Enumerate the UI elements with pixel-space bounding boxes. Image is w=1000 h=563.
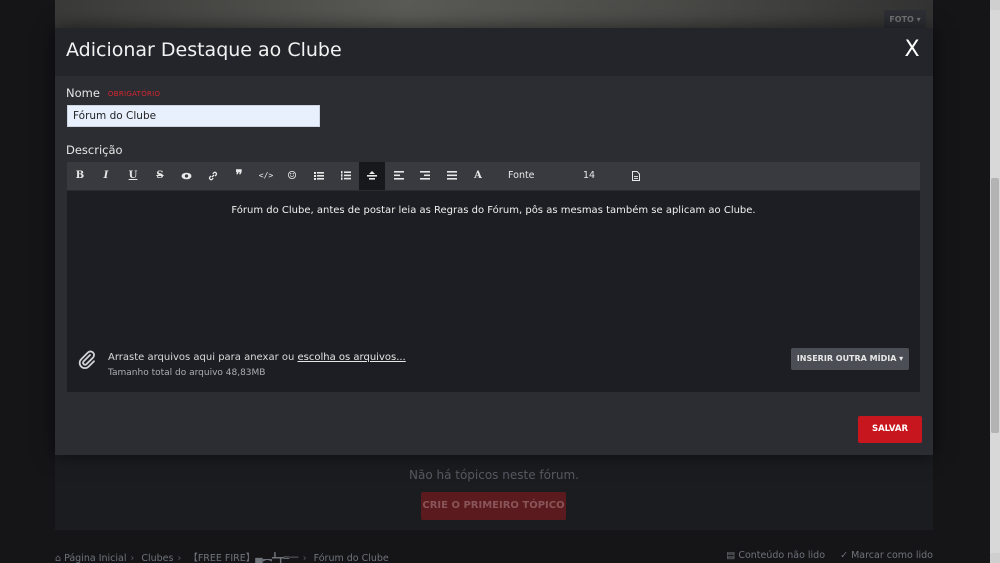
check-icon: ✓	[840, 550, 849, 561]
code-icon[interactable]: </>	[253, 162, 279, 190]
font-family-select[interactable]: Fonte	[500, 162, 566, 190]
editor-toolbar: B I U S ❞ </> ☺ A Fonte 14	[67, 162, 920, 191]
font-size-select[interactable]: 14	[569, 162, 621, 190]
modal-header: Adicionar Destaque ao Clube X	[55, 28, 933, 76]
breadcrumb-forum[interactable]: Fórum do Clube	[314, 553, 389, 563]
attach-instructions: Arraste arquivos aqui para anexar ou esc…	[108, 352, 406, 363]
choose-files-link[interactable]: escolha os arquivos...	[298, 352, 406, 363]
close-icon[interactable]: X	[901, 37, 923, 63]
unread-icon: ▤	[726, 550, 736, 561]
scroll-thumb[interactable]	[991, 178, 999, 433]
empty-forum-message: Não há tópicos neste fórum.	[408, 468, 579, 482]
scroll-up-arrow[interactable]	[990, 0, 1000, 10]
numbered-list-icon[interactable]	[333, 162, 359, 190]
quote-icon[interactable]: ❞	[226, 162, 252, 190]
description-label: Descrição	[66, 143, 123, 157]
paperclip-icon	[78, 350, 96, 374]
align-right-icon[interactable]	[412, 162, 438, 190]
unread-content-link[interactable]: Conteúdo não lido	[738, 550, 825, 561]
foto-button[interactable]: FOTO ▾	[884, 10, 926, 30]
editor-content[interactable]: Fórum do Clube, antes de postar leia as …	[67, 205, 920, 216]
mark-read-link[interactable]: Marcar como lido	[851, 550, 933, 561]
attachment-area: Arraste arquivos aqui para anexar ou esc…	[67, 340, 920, 392]
modal-title: Adicionar Destaque ao Clube	[66, 39, 342, 61]
breadcrumb-club[interactable]: 【FREE FIRE】▄︻┻┳═一	[188, 553, 298, 563]
bold-button[interactable]: B	[67, 162, 93, 190]
insert-media-button[interactable]: INSERIR OUTRA MÍDIA ▾	[791, 348, 909, 370]
breadcrumb: ⌂ Página Inicial › Clubes › 【FREE FIRE】▄︻┻…	[55, 550, 933, 563]
forum-topics-card: Não há tópicos neste fórum. CRIE O PRIME…	[55, 455, 933, 530]
source-document-icon[interactable]	[623, 162, 649, 190]
breadcrumb-clubs[interactable]: Clubes	[141, 553, 173, 563]
italic-button[interactable]: I	[93, 162, 119, 190]
save-button[interactable]: SALVAR	[858, 416, 922, 443]
required-badge: OBRIGATÓRIO	[107, 89, 161, 98]
rich-text-editor: B I U S ❞ </> ☺ A Fonte 14 Fórum do Club…	[67, 162, 920, 392]
page-scrollbar[interactable]	[990, 0, 1000, 563]
breadcrumb-home[interactable]: Página Inicial	[64, 553, 126, 563]
total-file-size: Tamanho total do arquivo 48,83MB	[108, 368, 266, 378]
home-icon: ⌂	[55, 553, 62, 563]
align-left-icon[interactable]	[386, 162, 412, 190]
align-justify-icon[interactable]	[439, 162, 465, 190]
strikethrough-button[interactable]: S	[147, 162, 173, 190]
font-color-button[interactable]: A	[465, 162, 491, 190]
name-label: Nome OBRIGATÓRIO	[66, 86, 160, 100]
attach-text: Arraste arquivos aqui para anexar ou	[108, 352, 298, 363]
name-input[interactable]	[67, 105, 320, 127]
bulleted-list-icon[interactable]	[306, 162, 332, 190]
underline-button[interactable]: U	[120, 162, 146, 190]
link-icon[interactable]	[200, 162, 226, 190]
spoiler-eye-icon[interactable]	[173, 162, 199, 190]
scroll-down-arrow[interactable]	[990, 553, 1000, 563]
create-first-topic-button[interactable]: CRIE O PRIMEIRO TÓPICO	[421, 492, 566, 520]
align-center-icon[interactable]	[359, 162, 385, 190]
add-highlight-modal: Adicionar Destaque ao Clube X Nome OBRIGA…	[55, 28, 933, 455]
emoji-icon[interactable]: ☺	[279, 162, 305, 190]
name-label-text: Nome	[66, 86, 100, 100]
